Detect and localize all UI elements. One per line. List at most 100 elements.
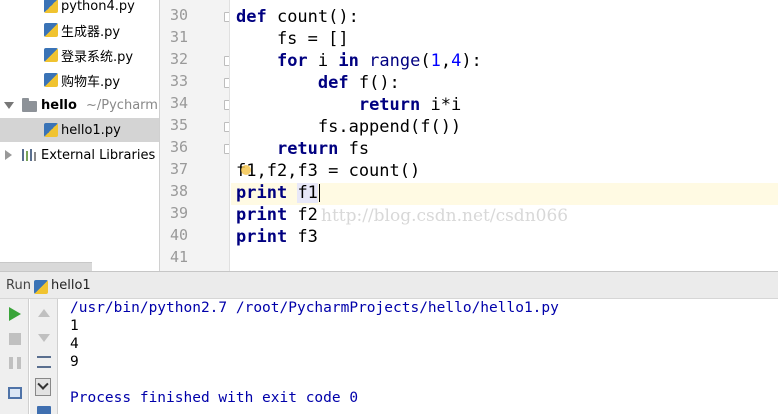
identifier-highlight: f1 xyxy=(297,183,318,203)
tree-item-hello1[interactable]: hello1.py xyxy=(0,118,159,142)
line-number: 30 xyxy=(169,6,188,24)
down-stack-button[interactable] xyxy=(36,330,52,346)
code-text: f1,f2,f3 = count() xyxy=(236,161,421,181)
line-number: 38 xyxy=(169,182,188,200)
console-output-line: 1 xyxy=(70,318,79,334)
keyword: return xyxy=(358,95,421,115)
python-file-icon xyxy=(44,48,58,62)
code-line-33[interactable]: def f(): xyxy=(236,72,400,94)
folder-icon xyxy=(22,98,37,112)
code-line-39[interactable]: print f2 xyxy=(236,204,318,226)
tree-item-label: 登录系统.py xyxy=(61,49,134,65)
pause-icon xyxy=(9,357,21,369)
fold-marker-icon[interactable] xyxy=(224,12,229,22)
soft-wrap-icon xyxy=(37,356,51,368)
line-number: 41 xyxy=(169,248,188,266)
number-literal: 4 xyxy=(451,51,462,71)
arrow-down-icon xyxy=(38,334,50,342)
restore-layout-button[interactable] xyxy=(7,385,23,401)
line-number: 39 xyxy=(169,204,188,222)
scroll-to-end-icon xyxy=(35,378,51,396)
code-text: fs.append(f()) xyxy=(236,117,462,137)
run-config-name[interactable]: hello1 xyxy=(51,278,91,293)
lightbulb-icon[interactable] xyxy=(241,165,251,175)
console-output-line: 4 xyxy=(70,336,79,352)
code-text: f(): xyxy=(348,73,400,93)
line-number: 31 xyxy=(169,28,188,46)
code-text: fs xyxy=(338,139,370,159)
scroll-to-end-button[interactable] xyxy=(35,378,51,396)
run-panel-header: Run hello1 xyxy=(0,271,778,299)
text-caret xyxy=(318,184,321,202)
code-text: f2 xyxy=(287,205,318,225)
keyword: in xyxy=(338,51,359,71)
pause-button[interactable] xyxy=(7,355,23,371)
print-button[interactable] xyxy=(36,403,52,414)
library-icon xyxy=(22,149,36,161)
code-text: count(): xyxy=(266,7,359,27)
up-stack-button[interactable] xyxy=(36,305,52,321)
layout-icon xyxy=(8,387,22,399)
horizontal-scrollbar[interactable] xyxy=(0,262,92,271)
fold-marker-icon[interactable] xyxy=(224,144,229,154)
tree-item-shopping-cart[interactable]: 购物车.py xyxy=(0,68,159,92)
python-file-icon xyxy=(34,280,48,294)
soft-wrap-button[interactable] xyxy=(36,354,52,370)
keyword: print xyxy=(236,227,288,247)
line-number: 32 xyxy=(169,50,188,68)
code-line-32[interactable]: for i in range(1,4): xyxy=(236,50,482,72)
editor-gutter: 30 31 32 33 34 35 36 37 38 39 40 41 xyxy=(160,0,230,271)
code-line-31[interactable]: fs = [] xyxy=(236,28,349,50)
console-output[interactable]: /usr/bin/python2.7 /root/PycharmProjects… xyxy=(59,299,778,414)
arrow-up-icon xyxy=(38,309,50,317)
code-line-34[interactable]: return i*i xyxy=(236,94,461,116)
code-text: ( xyxy=(420,51,431,71)
project-tree-panel: python4.py 生成器.py 登录系统.py 购物车.py hello ~… xyxy=(0,0,160,271)
keyword: def xyxy=(317,73,349,93)
line-number: 40 xyxy=(169,226,188,244)
fold-marker-icon[interactable] xyxy=(224,78,229,88)
tree-item-label: External Libraries xyxy=(41,147,156,163)
run-tab-title[interactable]: Run xyxy=(6,278,31,293)
stop-button[interactable] xyxy=(7,331,23,347)
tree-item-python4[interactable]: python4.py xyxy=(0,0,159,18)
builtin: range xyxy=(369,51,421,71)
code-text: f3 xyxy=(287,227,318,247)
expand-arrow-icon[interactable] xyxy=(4,102,14,109)
code-line-37[interactable]: f1,f2,f3 = count() xyxy=(236,160,420,182)
code-line-36[interactable]: return fs xyxy=(236,138,369,160)
code-text: fs = [] xyxy=(236,29,349,49)
tree-item-generator[interactable]: 生成器.py xyxy=(0,18,159,42)
code-line-30[interactable]: def count(): xyxy=(236,6,359,28)
line-number: 36 xyxy=(169,138,188,156)
code-text: , xyxy=(440,51,452,71)
line-number: 35 xyxy=(169,116,188,134)
fold-marker-icon[interactable] xyxy=(224,100,229,110)
keyword: return xyxy=(276,139,339,159)
tree-item-label: hello1.py xyxy=(61,122,121,138)
rerun-button[interactable] xyxy=(7,306,23,322)
code-line-35[interactable]: fs.append(f()) xyxy=(236,116,461,138)
run-toolbar-right xyxy=(30,299,58,414)
code-line-38[interactable]: print f1 xyxy=(236,182,321,204)
keyword: print xyxy=(236,205,288,225)
tree-item-login-system[interactable]: 登录系统.py xyxy=(0,43,159,67)
fold-marker-icon[interactable] xyxy=(224,56,229,66)
keyword: def xyxy=(236,7,267,27)
python-file-icon xyxy=(44,23,58,37)
number-literal: 1 xyxy=(430,51,441,71)
code-text: i xyxy=(307,51,339,71)
tree-item-label: python4.py xyxy=(61,0,135,14)
code-text: i*i xyxy=(420,95,462,115)
fold-marker-icon[interactable] xyxy=(224,122,229,132)
code-text: ): xyxy=(461,51,482,71)
code-editor[interactable]: def count(): fs = [] for i in range(1,4)… xyxy=(231,0,778,271)
collapse-arrow-icon[interactable] xyxy=(5,150,12,160)
code-line-40[interactable]: print f3 xyxy=(236,226,318,248)
python-file-icon xyxy=(44,73,58,87)
tree-item-label: 生成器.py xyxy=(61,24,121,40)
line-number: 34 xyxy=(169,94,188,112)
tree-item-external-libraries[interactable]: External Libraries xyxy=(0,143,159,167)
tree-item-hello-folder[interactable]: hello ~/PycharmP xyxy=(0,93,159,117)
console-exit-message: Process finished with exit code 0 xyxy=(70,390,359,406)
